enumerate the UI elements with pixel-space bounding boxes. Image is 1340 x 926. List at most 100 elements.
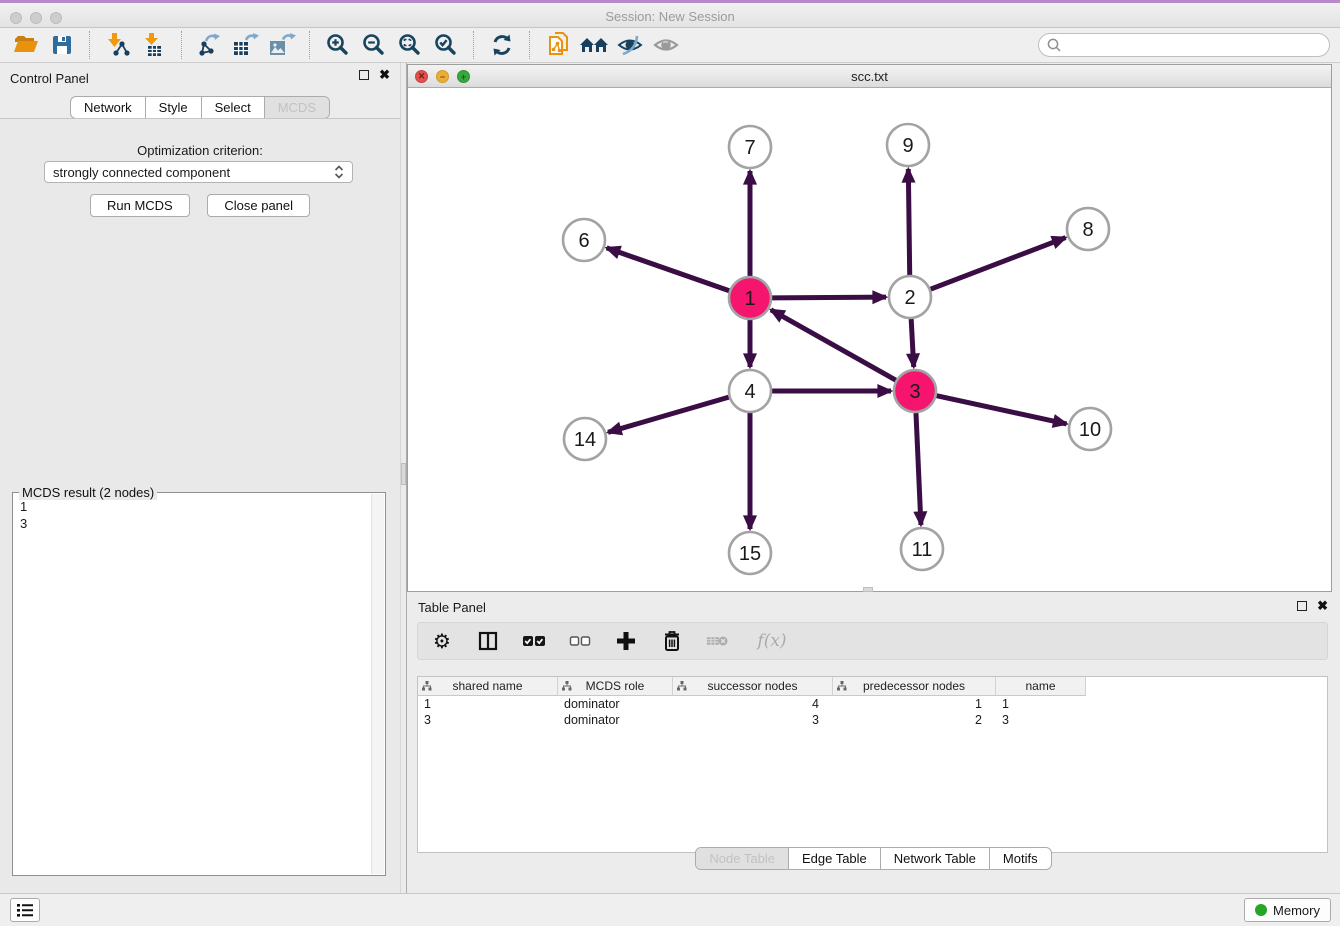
select-all-icon[interactable] [522,628,546,654]
column-header-successor-nodes[interactable]: successor nodes [673,677,833,696]
network-window-titlebar[interactable]: ✕ − + scc.txt [408,65,1331,88]
table-row[interactable]: 3dominator323 [418,712,1327,728]
column-header-name[interactable]: name [996,677,1086,696]
memory-button[interactable]: Memory [1244,898,1331,922]
graph-node-9[interactable]: 9 [887,124,929,166]
refresh-icon[interactable] [484,30,520,60]
zoom-in-icon[interactable] [320,30,356,60]
table-cell[interactable]: 4 [673,696,833,712]
open-file-icon[interactable] [8,30,44,60]
graph-edge-2-8[interactable] [931,238,1066,290]
mcds-result-text[interactable]: 13 [13,496,371,875]
zoom-out-icon[interactable] [356,30,392,60]
graph-node-10[interactable]: 10 [1069,408,1111,450]
apply-function-icon[interactable]: f(x) [752,628,792,654]
eye-icon[interactable] [648,30,684,60]
graph-edge-1-6[interactable] [607,248,730,291]
task-history-button[interactable] [10,898,40,922]
export-image-icon[interactable] [264,30,300,60]
add-row-icon[interactable] [614,628,638,654]
column-header-shared-name[interactable]: shared name [418,677,558,696]
tab-select[interactable]: Select [202,97,265,118]
svg-text:11: 11 [912,539,933,561]
documents-share-icon[interactable] [540,30,576,60]
search-input[interactable] [1063,37,1329,54]
graph-node-7[interactable]: 7 [729,126,771,168]
result-line: 3 [20,515,364,532]
tab-mcds[interactable]: MCDS [265,97,329,118]
graph-edge-3-1[interactable] [771,310,896,380]
run-mcds-button[interactable]: Run MCDS [90,194,190,217]
delete-row-icon[interactable] [660,628,684,654]
table-cell[interactable]: 1 [418,696,558,712]
close-table-panel-icon[interactable]: ✖ [1317,601,1328,611]
svg-text:1: 1 [744,288,755,310]
node-table[interactable]: shared nameMCDS rolesuccessor nodesprede… [417,676,1328,853]
graph-node-3[interactable]: 3 [894,370,936,412]
table-cell[interactable]: 3 [673,712,833,728]
column-header-MCDS-role[interactable]: MCDS role [558,677,673,696]
settings-icon[interactable]: ⚙ [430,628,454,654]
result-scrollbar[interactable] [371,494,384,874]
network-canvas[interactable]: 7 9 6 8 1 2 4 3 14 10 15 11 [408,88,1331,591]
tab-node-table[interactable]: Node Table [696,848,789,869]
table-cell[interactable]: 2 [833,712,996,728]
graph-node-15[interactable]: 15 [729,532,771,574]
houses-icon[interactable] [576,30,612,60]
export-table-icon[interactable] [228,30,264,60]
delete-column-icon[interactable] [706,628,730,654]
column-label: name [996,679,1085,693]
graph-edge-4-14[interactable] [608,397,729,432]
save-session-icon[interactable] [44,30,80,60]
table-row[interactable]: 1dominator411 [418,696,1327,712]
table-cell[interactable]: dominator [558,696,673,712]
split-view-icon[interactable] [476,628,500,654]
splitter-grip[interactable] [401,463,406,485]
graph-node-4[interactable]: 4 [729,370,771,412]
table-cell[interactable]: 1 [833,696,996,712]
graph-node-1[interactable]: 1 [729,277,771,319]
graph-node-6[interactable]: 6 [563,219,605,261]
graph-edge-2-9[interactable] [908,169,909,275]
search-field[interactable] [1038,33,1330,57]
tab-motifs[interactable]: Motifs [990,848,1051,869]
svg-text:15: 15 [739,543,761,565]
table-cell[interactable]: dominator [558,712,673,728]
float-panel-icon[interactable] [359,70,369,80]
tab-style[interactable]: Style [146,97,202,118]
graph-node-8[interactable]: 8 [1067,208,1109,250]
hierarchy-icon [677,681,687,691]
close-panel-button[interactable]: Close panel [207,194,310,217]
zoom-selected-icon[interactable] [428,30,464,60]
criterion-select[interactable]: strongly connected component [44,161,353,183]
tab-network-table[interactable]: Network Table [881,848,990,869]
table-cell[interactable]: 1 [996,696,1086,712]
graph-edge-2-3[interactable] [911,319,914,367]
deselect-all-icon[interactable] [568,628,592,654]
graph-edge-3-11[interactable] [916,413,921,525]
panel-splitter[interactable] [400,63,407,893]
optimization-criterion-label: Optimization criterion: [0,143,400,158]
control-panel-title: Control Panel [10,71,89,86]
column-header-predecessor-nodes[interactable]: predecessor nodes [833,677,996,696]
table-panel: Table Panel ✖ ⚙ f(x) shared nameMCDS rol… [407,592,1340,893]
zoom-fit-icon[interactable] [392,30,428,60]
svg-text:14: 14 [574,429,596,451]
table-panel-title: Table Panel [418,600,486,615]
graph-edge-3-10[interactable] [936,396,1066,424]
graph-edge-1-2[interactable] [772,297,886,298]
float-table-panel-icon[interactable] [1297,601,1307,611]
table-cell[interactable]: 3 [996,712,1086,728]
graph-node-11[interactable]: 11 [901,528,943,570]
close-panel-icon[interactable]: ✖ [379,70,390,80]
export-network-icon[interactable] [192,30,228,60]
import-table-icon[interactable] [136,30,172,60]
import-network-icon[interactable] [100,30,136,60]
tab-edge-table[interactable]: Edge Table [789,848,881,869]
graph-node-14[interactable]: 14 [564,418,606,460]
eye-slash-icon[interactable] [612,30,648,60]
tab-network[interactable]: Network [71,97,146,118]
graph-node-2[interactable]: 2 [889,276,931,318]
control-panel-tabs: NetworkStyleSelectMCDS [70,96,330,119]
table-cell[interactable]: 3 [418,712,558,728]
